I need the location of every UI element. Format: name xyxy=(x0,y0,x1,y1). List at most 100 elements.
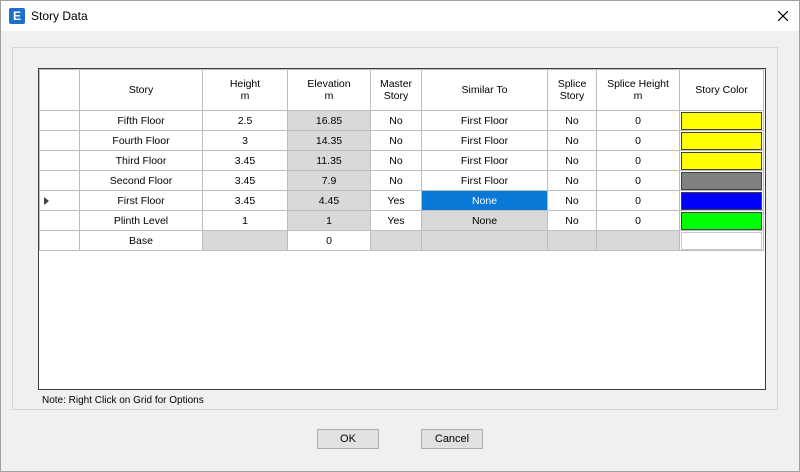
cell-master-story[interactable]: Yes xyxy=(370,210,422,231)
cell-elevation[interactable]: 1 xyxy=(287,210,371,231)
color-swatch[interactable] xyxy=(681,151,762,170)
close-icon xyxy=(778,11,788,21)
cell-height[interactable]: 3.45 xyxy=(202,150,288,171)
cell-splice-story[interactable]: No xyxy=(547,190,597,211)
cell-elevation[interactable]: 16.85 xyxy=(287,110,371,131)
table-row-fifth-floor[interactable]: Fifth Floor 2.5 16.85 No First Floor No … xyxy=(39,110,764,131)
cell-elevation[interactable]: 14.35 xyxy=(287,130,371,151)
cell-master-story[interactable]: No xyxy=(370,170,422,191)
window-title: Story Data xyxy=(31,9,88,23)
cell-elevation[interactable]: 11.35 xyxy=(287,150,371,171)
cell-master-story[interactable]: No xyxy=(370,110,422,131)
cell-splice-height[interactable]: 0 xyxy=(596,130,680,151)
col-header-master-story[interactable]: Master Story xyxy=(370,69,422,111)
cell-story[interactable]: First Floor xyxy=(79,190,203,211)
cell-height[interactable]: 2.5 xyxy=(202,110,288,131)
cell-story-color[interactable] xyxy=(679,130,764,151)
row-header[interactable] xyxy=(39,230,80,251)
row-header-corner[interactable] xyxy=(39,69,80,111)
color-swatch[interactable] xyxy=(681,211,762,230)
cell-splice-height[interactable]: 0 xyxy=(596,210,680,231)
cell-similar-to[interactable]: First Floor xyxy=(421,130,548,151)
row-header[interactable] xyxy=(39,150,80,171)
col-header-story[interactable]: Story xyxy=(79,69,203,111)
cell-master-story[interactable]: No xyxy=(370,130,422,151)
color-swatch[interactable] xyxy=(681,191,762,210)
cell-master-story[interactable]: No xyxy=(370,150,422,171)
cell-story[interactable]: Third Floor xyxy=(79,150,203,171)
color-swatch[interactable] xyxy=(681,231,762,250)
col-header-height[interactable]: Height m xyxy=(202,69,288,111)
cell-elevation[interactable]: 7.9 xyxy=(287,170,371,191)
cell-master-story[interactable]: Yes xyxy=(370,190,422,211)
row-header[interactable] xyxy=(39,210,80,231)
color-swatch[interactable] xyxy=(681,131,762,150)
grid-note: Note: Right Click on Grid for Options xyxy=(42,395,204,406)
cell-splice-story[interactable]: No xyxy=(547,110,597,131)
color-swatch[interactable] xyxy=(681,111,762,130)
cell-similar-to[interactable]: First Floor xyxy=(421,110,548,131)
col-header-splice-story[interactable]: Splice Story xyxy=(547,69,597,111)
cell-similar-to[interactable]: None xyxy=(421,210,548,231)
cell-height[interactable]: 3.45 xyxy=(202,170,288,191)
table-row-second-floor[interactable]: Second Floor 3.45 7.9 No First Floor No … xyxy=(39,170,764,191)
cell-splice-story xyxy=(547,230,597,251)
cell-story[interactable]: Plinth Level xyxy=(79,210,203,231)
cell-splice-story[interactable]: No xyxy=(547,150,597,171)
cell-master-story xyxy=(370,230,422,251)
cell-story-color[interactable] xyxy=(679,170,764,191)
row-header[interactable] xyxy=(39,170,80,191)
cell-splice-story[interactable]: No xyxy=(547,130,597,151)
cell-height xyxy=(202,230,288,251)
table-row-fourth-floor[interactable]: Fourth Floor 3 14.35 No First Floor No 0 xyxy=(39,130,764,151)
cell-story-color[interactable] xyxy=(679,110,764,131)
col-header-story-color[interactable]: Story Color xyxy=(679,69,764,111)
cell-height[interactable]: 1 xyxy=(202,210,288,231)
story-data-dialog: E Story Data Story Height m Elevation m … xyxy=(0,0,800,472)
row-header[interactable] xyxy=(39,190,80,211)
close-button[interactable] xyxy=(767,1,799,31)
cell-splice-height xyxy=(596,230,680,251)
cell-story-color[interactable] xyxy=(679,230,764,251)
table-row-plinth-level[interactable]: Plinth Level 1 1 Yes None No 0 xyxy=(39,210,764,231)
cell-splice-height[interactable]: 0 xyxy=(596,190,680,211)
color-swatch[interactable] xyxy=(681,171,762,190)
row-header[interactable] xyxy=(39,110,80,131)
cell-splice-height[interactable]: 0 xyxy=(596,150,680,171)
cell-splice-story[interactable]: No xyxy=(547,170,597,191)
cell-story[interactable]: Base xyxy=(79,230,203,251)
cell-story[interactable]: Fifth Floor xyxy=(79,110,203,131)
table-row-first-floor[interactable]: First Floor 3.45 4.45 Yes None No 0 xyxy=(39,190,764,211)
cell-story-color[interactable] xyxy=(679,190,764,211)
cancel-button[interactable]: Cancel xyxy=(421,429,483,449)
cell-elevation[interactable]: 4.45 xyxy=(287,190,371,211)
cell-similar-to xyxy=(421,230,548,251)
cell-similar-to[interactable]: First Floor xyxy=(421,170,548,191)
dialog-body: Story Height m Elevation m Master Story Sim… xyxy=(1,31,799,471)
table-row-base[interactable]: Base 0 xyxy=(39,230,764,251)
ok-button[interactable]: OK xyxy=(317,429,379,449)
cell-story[interactable]: Second Floor xyxy=(79,170,203,191)
cell-similar-to[interactable]: First Floor xyxy=(421,150,548,171)
cell-splice-story[interactable]: No xyxy=(547,210,597,231)
story-data-grid[interactable]: Story Height m Elevation m Master Story Sim… xyxy=(38,68,766,390)
cell-height[interactable]: 3 xyxy=(202,130,288,151)
cell-splice-height[interactable]: 0 xyxy=(596,170,680,191)
table-row-third-floor[interactable]: Third Floor 3.45 11.35 No First Floor No… xyxy=(39,150,764,171)
col-header-splice-height[interactable]: Splice Height m xyxy=(596,69,680,111)
col-header-similar-to[interactable]: Similar To xyxy=(421,69,548,111)
current-row-arrow-icon xyxy=(44,197,49,205)
cell-splice-height[interactable]: 0 xyxy=(596,110,680,131)
cell-story[interactable]: Fourth Floor xyxy=(79,130,203,151)
cell-story-color[interactable] xyxy=(679,210,764,231)
cell-elevation[interactable]: 0 xyxy=(287,230,371,251)
col-header-elevation[interactable]: Elevation m xyxy=(287,69,371,111)
row-header[interactable] xyxy=(39,130,80,151)
story-table: Story Height m Elevation m Master Story Sim… xyxy=(39,69,764,251)
cell-story-color[interactable] xyxy=(679,150,764,171)
etabs-app-icon: E xyxy=(9,8,25,24)
title-bar: E Story Data xyxy=(1,1,799,31)
cell-height[interactable]: 3.45 xyxy=(202,190,288,211)
header-row: Story Height m Elevation m Master Story Sim… xyxy=(39,69,764,111)
cell-similar-to-selected[interactable]: None xyxy=(421,190,548,211)
